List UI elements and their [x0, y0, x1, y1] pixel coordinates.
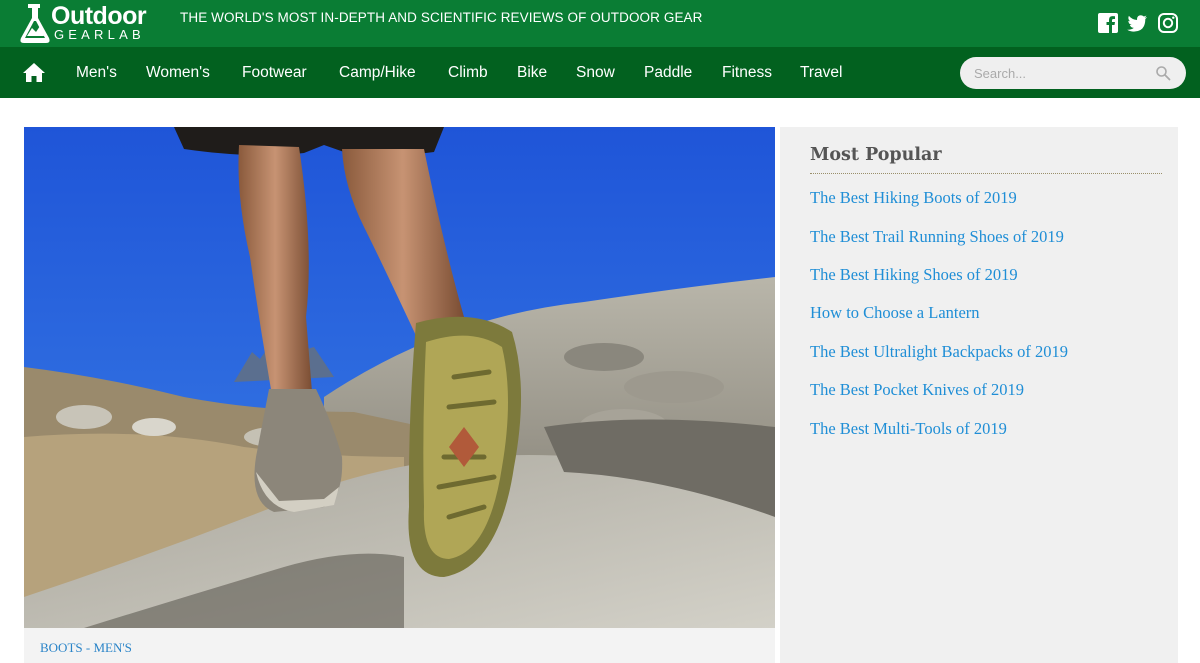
- top-header: Outdoor GEARLAB THE WORLD'S MOST IN-DEPT…: [0, 0, 1200, 47]
- popular-link-multi-tools[interactable]: The Best Multi-Tools of 2019: [810, 419, 1007, 439]
- article-meta-strip: [24, 628, 775, 663]
- popular-link-lantern[interactable]: How to Choose a Lantern: [810, 303, 980, 323]
- nav-item-travel[interactable]: Travel: [800, 63, 843, 82]
- logo-text-outdoor: Outdoor: [51, 2, 147, 30]
- popular-link-trail-running-shoes[interactable]: The Best Trail Running Shoes of 2019: [810, 227, 1064, 247]
- sidebar-divider: [810, 173, 1162, 174]
- search-icon[interactable]: [1155, 65, 1171, 81]
- site-logo[interactable]: Outdoor GEARLAB: [18, 2, 168, 44]
- nav-item-mens[interactable]: Men's: [76, 63, 117, 82]
- home-icon[interactable]: [22, 61, 46, 83]
- popular-link-ultralight-backpacks[interactable]: The Best Ultralight Backpacks of 2019: [810, 342, 1068, 362]
- sidebar-title: Most Popular: [810, 145, 942, 165]
- popular-link-pocket-knives[interactable]: The Best Pocket Knives of 2019: [810, 380, 1024, 400]
- nav-item-fitness[interactable]: Fitness: [722, 63, 772, 82]
- nav-item-womens[interactable]: Women's: [146, 63, 210, 82]
- twitter-icon[interactable]: [1126, 12, 1148, 34]
- nav-item-paddle[interactable]: Paddle: [644, 63, 692, 82]
- nav-item-bike[interactable]: Bike: [517, 63, 547, 82]
- instagram-icon[interactable]: [1157, 12, 1179, 34]
- most-popular-sidebar: Most Popular The Best Hiking Boots of 20…: [780, 127, 1178, 663]
- search-input[interactable]: [974, 63, 1154, 83]
- search-box: [960, 57, 1186, 89]
- article-hero-image[interactable]: [24, 127, 775, 628]
- nav-item-snow[interactable]: Snow: [576, 63, 615, 82]
- logo-text-gearlab: GEARLAB: [54, 27, 145, 42]
- nav-item-footwear[interactable]: Footwear: [242, 63, 307, 82]
- flask-logo-icon: [20, 4, 50, 43]
- facebook-icon[interactable]: [1097, 12, 1119, 34]
- main-navigation: Men's Women's Footwear Camp/Hike Climb B…: [0, 47, 1200, 98]
- article-category-link[interactable]: BOOTS - MEN'S: [40, 640, 132, 655]
- nav-item-camp-hike[interactable]: Camp/Hike: [339, 63, 416, 82]
- site-tagline: THE WORLD'S MOST IN-DEPTH AND SCIENTIFIC…: [180, 10, 703, 25]
- popular-link-hiking-shoes[interactable]: The Best Hiking Shoes of 2019: [810, 265, 1018, 285]
- popular-link-hiking-boots[interactable]: The Best Hiking Boots of 2019: [810, 188, 1017, 208]
- nav-item-climb[interactable]: Climb: [448, 63, 488, 82]
